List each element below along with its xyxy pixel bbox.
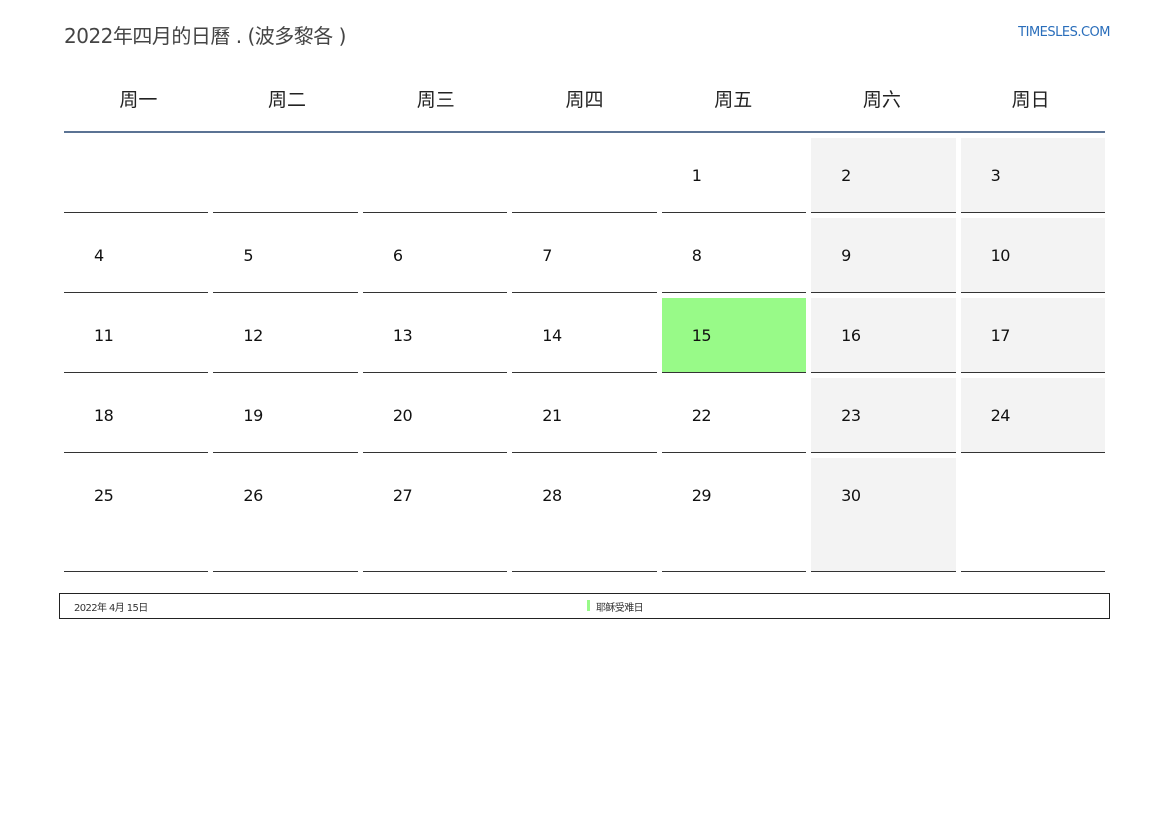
day-cell: 7 (512, 218, 657, 293)
day-cell (960, 458, 1105, 572)
day-cell: 28 (512, 458, 657, 572)
day-number: 18 (94, 406, 114, 425)
weekday-header: 周二 (268, 89, 307, 111)
day-number: 10 (990, 246, 1011, 265)
weekday-header: 周日 (1011, 89, 1050, 111)
weekday-header-row: 周一 周二 周三 周四 周五 周六 周日 (64, 75, 1105, 133)
day-number: 17 (990, 326, 1011, 345)
day-number: 13 (392, 326, 413, 345)
calendar-grid: 周一 周二 周三 周四 周五 周六 周日 1 2 3 4 5 6 7 8 9 1… (64, 75, 1105, 577)
day-cell-weekend: 30 (811, 458, 956, 572)
day-cell: 4 (64, 218, 209, 293)
day-cell-weekend: 9 (811, 218, 956, 293)
day-cell: 8 (661, 218, 807, 293)
day-number: 12 (243, 326, 263, 345)
day-cell: 12 (213, 298, 358, 373)
holiday-color-marker (587, 600, 590, 611)
day-cell: 21 (512, 378, 657, 453)
day-number: 27 (392, 486, 413, 505)
week-row: 1 2 3 (64, 138, 1105, 218)
day-number: 28 (542, 486, 562, 505)
day-number: 30 (841, 486, 861, 505)
day-cell: 26 (213, 458, 358, 572)
day-cell-weekend: 17 (960, 298, 1105, 373)
day-cell: 19 (213, 378, 358, 453)
weekday-header: 周五 (714, 89, 753, 111)
day-number: 21 (542, 406, 562, 425)
day-cell: 1 (661, 138, 807, 213)
day-number: 23 (841, 406, 861, 425)
day-cell: 5 (213, 218, 358, 293)
day-cell-weekend: 23 (811, 378, 956, 453)
day-cell-weekend: 3 (960, 138, 1105, 213)
day-number: 8 (691, 246, 702, 265)
day-cell: 25 (64, 458, 209, 572)
day-cell-weekend: 24 (960, 378, 1105, 453)
day-cell-weekend: 10 (960, 218, 1105, 293)
day-number: 14 (542, 326, 562, 345)
week-row: 11 12 13 14 15 16 17 (64, 298, 1105, 378)
legend-date: 2022年 4月 15日 (74, 603, 148, 614)
day-number: 15 (691, 326, 712, 345)
day-cell: 6 (362, 218, 508, 293)
day-cell (213, 138, 358, 213)
day-cell (362, 138, 508, 213)
day-cell: 14 (512, 298, 657, 373)
day-cell (64, 138, 209, 213)
day-cell-weekend: 16 (811, 298, 956, 373)
day-cell: 20 (362, 378, 508, 453)
day-number: 26 (243, 486, 263, 505)
day-number: 20 (392, 406, 413, 425)
day-number: 29 (691, 486, 712, 505)
day-cell: 18 (64, 378, 209, 453)
day-cell-holiday: 15 (661, 298, 807, 373)
day-cell: 29 (661, 458, 807, 572)
day-number: 9 (841, 246, 851, 265)
day-cell: 22 (661, 378, 807, 453)
day-number: 19 (243, 406, 263, 425)
day-number: 11 (94, 326, 114, 345)
day-cell-weekend: 2 (811, 138, 956, 213)
holiday-legend: 2022年 4月 15日 耶稣受难日 (59, 593, 1110, 619)
day-number: 1 (691, 166, 702, 185)
week-row: 4 5 6 7 8 9 10 (64, 218, 1105, 298)
weekday-header: 周六 (862, 89, 901, 111)
day-number: 16 (841, 326, 861, 345)
day-number: 25 (94, 486, 114, 505)
legend-holiday-name: 耶稣受难日 (596, 603, 644, 614)
day-number: 5 (243, 246, 254, 265)
site-link[interactable]: TIMESLES.COM (1018, 25, 1110, 40)
day-cell (512, 138, 657, 213)
day-cell: 13 (362, 298, 508, 373)
day-number: 6 (392, 246, 403, 265)
weekday-header: 周三 (416, 89, 455, 111)
week-row: 25 26 27 28 29 30 (64, 458, 1105, 577)
day-number: 2 (841, 166, 851, 185)
day-number: 4 (94, 246, 104, 265)
page-title: 2022年四月的日曆 . (波多黎各 ) (64, 24, 346, 48)
day-number: 7 (542, 246, 552, 265)
day-number: 22 (691, 406, 712, 425)
day-number: 24 (990, 406, 1011, 425)
week-row: 18 19 20 21 22 23 24 (64, 378, 1105, 458)
day-cell: 27 (362, 458, 508, 572)
day-cell: 11 (64, 298, 209, 373)
weekday-header: 周一 (119, 89, 158, 111)
day-number: 3 (990, 166, 1001, 185)
weekday-header: 周四 (565, 89, 604, 111)
